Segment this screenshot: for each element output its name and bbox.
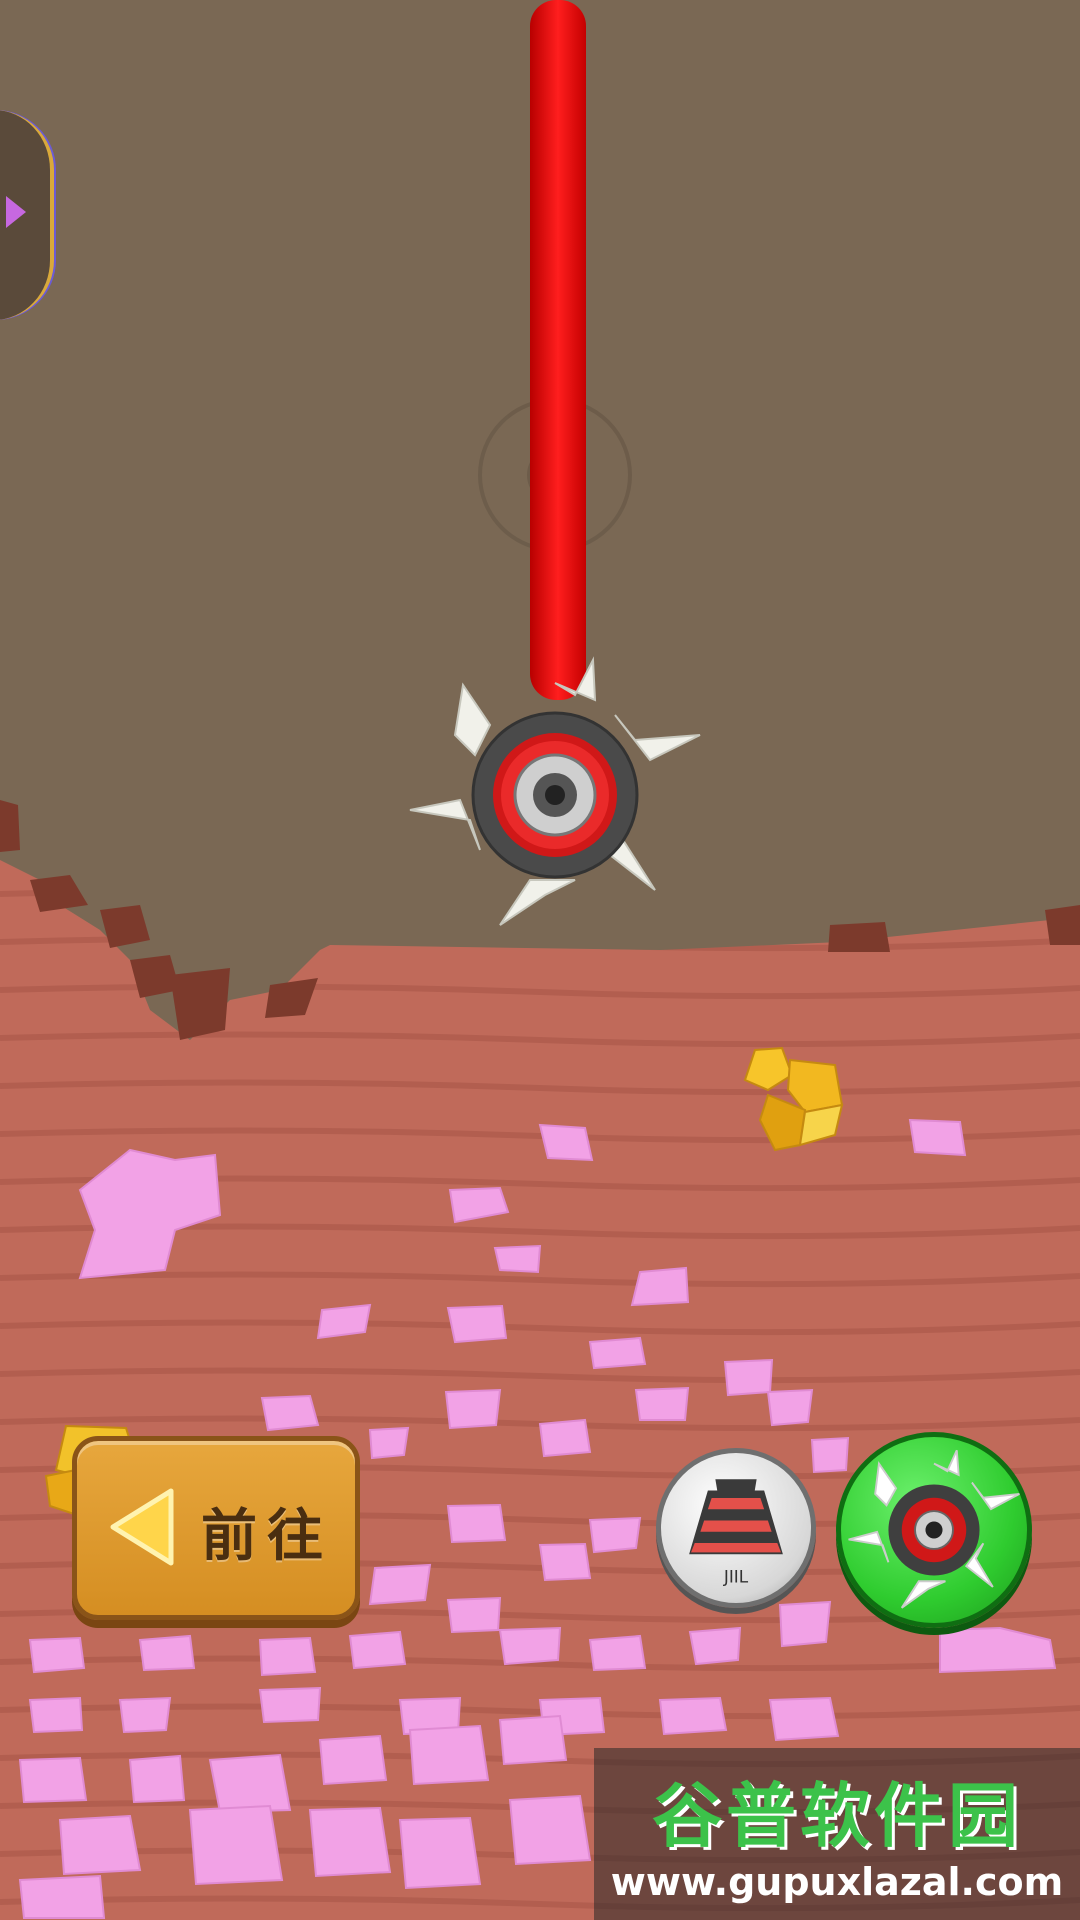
saw-tool-button[interactable] [836,1432,1032,1628]
go-button[interactable]: 前往 [72,1436,360,1620]
go-button-label: 前往 [201,1504,333,1569]
saw-blade-icon [848,1449,1020,1609]
watermark-url: www.gupuxlazal.com [610,1860,1064,1904]
watermark: 谷普软件园 www.gupuxlazal.com [594,1748,1080,1920]
grinder-tool-caption: JIIL [723,1566,749,1586]
drill-rope [530,0,586,700]
grinder-tool-button[interactable]: JIIL [656,1448,816,1608]
game-scene [0,0,1080,1920]
watermark-title: 谷普软件园 [652,1775,1022,1857]
side-drawer-tab[interactable] [0,110,54,320]
back-arrow-icon [110,1488,174,1566]
chevron-right-icon [6,196,26,228]
grinder-tool-icon: JIIL [689,1479,783,1586]
